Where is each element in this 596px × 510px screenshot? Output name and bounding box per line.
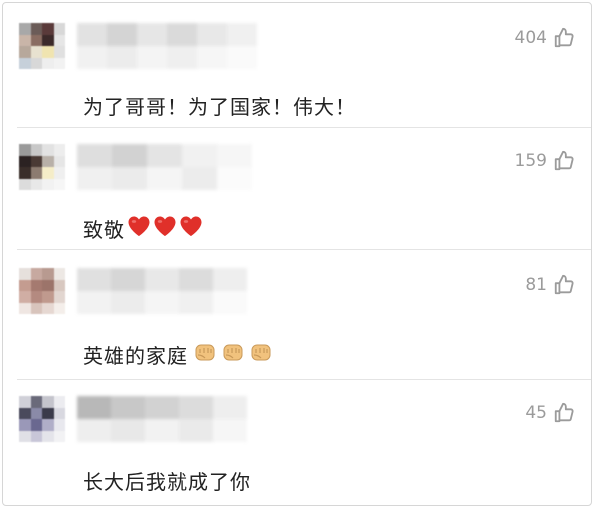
username-blurred[interactable] — [77, 396, 247, 442]
like-button[interactable]: 45 — [525, 402, 575, 424]
like-button[interactable]: 159 — [515, 150, 575, 172]
avatar[interactable] — [19, 23, 65, 69]
fist-icon — [194, 341, 216, 368]
avatar[interactable] — [19, 144, 65, 190]
fist-icon — [250, 341, 272, 368]
comment-item: 159 致敬 — [3, 128, 591, 248]
username-blurred[interactable] — [77, 268, 247, 314]
comment-body: 长大后我就成了你 — [83, 470, 251, 494]
heart-icon — [153, 215, 177, 242]
comment-text: 为了哥哥！为了国家！伟大！ — [83, 91, 356, 120]
comment-text: 致敬 — [83, 214, 203, 243]
avatar[interactable] — [19, 396, 65, 442]
comment-body: 致敬 — [83, 218, 125, 242]
comment-body: 为了哥哥！为了国家！伟大！ — [83, 95, 356, 119]
username-blurred[interactable] — [77, 144, 252, 190]
heart-icon — [179, 215, 203, 242]
like-button[interactable]: 404 — [515, 27, 575, 49]
comment-item: 404 为了哥哥！为了国家！伟大！ — [3, 3, 591, 127]
like-button[interactable]: 81 — [525, 274, 575, 296]
heart-icon — [127, 215, 151, 242]
avatar[interactable] — [19, 268, 65, 314]
comment-text: 长大后我就成了你 — [83, 466, 251, 495]
comment-item: 45 长大后我就成了你 — [3, 380, 591, 505]
like-count: 45 — [525, 403, 547, 423]
comment-item: 81 英雄的家庭 — [3, 250, 591, 378]
thumbs-up-icon — [553, 150, 575, 172]
fist-icon — [222, 341, 244, 368]
thumbs-up-icon — [553, 274, 575, 296]
like-count: 404 — [514, 28, 547, 48]
thumbs-up-icon — [553, 27, 575, 49]
username-blurred[interactable] — [77, 23, 257, 69]
like-count: 159 — [514, 151, 547, 171]
comment-text: 英雄的家庭 — [83, 340, 272, 369]
thumbs-up-icon — [553, 402, 575, 424]
like-count: 81 — [525, 275, 547, 295]
comment-body: 英雄的家庭 — [83, 344, 188, 368]
comment-panel: 404 为了哥哥！为了国家！伟大！ 159 致敬 81 英雄的家庭 45 长大后… — [2, 2, 592, 506]
